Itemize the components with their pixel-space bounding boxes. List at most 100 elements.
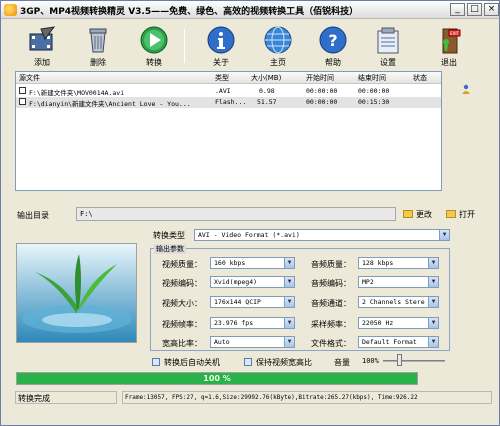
globe-icon [263, 25, 293, 55]
convert-type-value: AVI - Video Format (*.avi) [198, 231, 300, 239]
row-checkbox[interactable] [19, 87, 26, 94]
chevron-down-icon[interactable]: ▼ [284, 258, 294, 268]
exit-button[interactable]: EXIT 退出 [429, 25, 469, 71]
chevron-down-icon[interactable]: ▼ [428, 297, 438, 307]
row-size: 51.57 [257, 98, 277, 106]
output-dir-label: 输出目录 [17, 211, 49, 220]
video-codec-select[interactable]: Xvid(mpeg4) ▼ [210, 276, 295, 288]
trash-icon [83, 25, 113, 55]
delete-button[interactable]: 删除 [78, 25, 118, 71]
svg-text:?: ? [328, 31, 337, 50]
video-quality-select[interactable]: 160 kbps ▼ [210, 257, 295, 269]
keep-aspect-checkbox[interactable]: 保持视频宽高比 [244, 357, 312, 368]
chevron-down-icon[interactable]: ▼ [428, 318, 438, 328]
volume-slider-thumb[interactable] [397, 354, 402, 366]
home-button[interactable]: 主页 [258, 25, 298, 71]
volume-slider-track[interactable] [383, 360, 445, 362]
col-header-end[interactable]: 结束时间 [358, 73, 386, 83]
home-label: 主页 [270, 58, 286, 67]
frame-rate-label: 视频帧率： [162, 320, 202, 329]
shutdown-checkbox[interactable]: 转换后自动关机 [152, 357, 220, 368]
person-icon[interactable] [461, 84, 471, 94]
open-dir-button[interactable]: 打开 [446, 209, 475, 220]
info-icon [206, 25, 236, 55]
chevron-down-icon[interactable]: ▼ [284, 318, 294, 328]
col-header-start[interactable]: 开始时间 [306, 73, 334, 83]
toolbar: 添加 删除 转换 关于 主页 ? 帮助 设置 EXIT 退出 [4, 21, 498, 71]
audio-channel-label: 音频通道： [311, 299, 351, 308]
status-text: 转换完成 [15, 391, 117, 404]
play-icon [139, 25, 169, 55]
about-button[interactable]: 关于 [201, 25, 241, 71]
shutdown-label: 转换后自动关机 [164, 358, 220, 367]
file-list-header: 源文件 类型 大小(MB) 开始时间 结束时间 状态 [16, 72, 441, 84]
progress-text: 100 % [203, 374, 231, 383]
chevron-down-icon[interactable]: ▼ [284, 297, 294, 307]
checkbox-box[interactable] [244, 358, 252, 366]
title-bar: 3GP、MP4视频转换精灵 V3.5——免费、绿色、高效的视频转换工具（佰锐科技… [1, 1, 499, 19]
aspect-ratio-label: 宽高比率： [162, 339, 202, 348]
table-row[interactable]: F:\dianyin\新建文件夹\Ancient Love - You... F… [16, 97, 441, 108]
checkbox-box[interactable] [152, 358, 160, 366]
chevron-down-icon[interactable]: ▼ [428, 258, 438, 268]
video-quality-value: 160 kbps [214, 259, 246, 267]
audio-channel-select[interactable]: 2 Channels Stere ▼ [358, 296, 439, 308]
window-title: 3GP、MP4视频转换精灵 V3.5——免费、绿色、高效的视频转换工具（佰锐科技… [20, 7, 359, 17]
file-format-select[interactable]: Default Format ▼ [358, 336, 439, 348]
volume-label: 音量 [334, 358, 350, 367]
add-button[interactable]: 添加 [22, 25, 62, 71]
change-dir-button[interactable]: 更改 [403, 209, 432, 220]
video-size-select[interactable]: 176x144 QCIP ▼ [210, 296, 295, 308]
chevron-down-icon[interactable]: ▼ [284, 337, 294, 347]
sample-rate-select[interactable]: 22050 Hz ▼ [358, 317, 439, 329]
convert-button[interactable]: 转换 [134, 25, 174, 71]
about-label: 关于 [213, 58, 229, 67]
col-header-name[interactable]: 源文件 [19, 73, 40, 83]
table-row[interactable]: F:\新建文件夹\MOV0014A.avi .AVI 0.98 00:00:00… [16, 86, 441, 97]
col-header-size[interactable]: 大小(MB) [251, 73, 281, 83]
chevron-down-icon[interactable]: ▼ [428, 337, 438, 347]
chevron-down-icon[interactable]: ▼ [439, 230, 449, 240]
audio-codec-label: 音频编码： [311, 279, 351, 288]
minimize-button[interactable]: _ [450, 3, 465, 16]
chevron-down-icon[interactable]: ▼ [428, 277, 438, 287]
convert-type-select[interactable]: AVI - Video Format (*.avi) ▼ [194, 229, 450, 241]
folder-icon [403, 210, 413, 218]
file-list[interactable]: 源文件 类型 大小(MB) 开始时间 结束时间 状态 F:\新建文件夹\MOV0… [15, 71, 442, 191]
svg-text:EXIT: EXIT [450, 31, 459, 36]
exit-label: 退出 [441, 58, 457, 67]
sample-rate-label: 采样频率： [311, 320, 351, 329]
add-label: 添加 [34, 58, 50, 67]
settings-icon [373, 25, 403, 55]
audio-codec-select[interactable]: MP2 ▼ [358, 276, 439, 288]
file-format-value: Default Format [362, 338, 417, 346]
row-checkbox[interactable] [19, 98, 26, 105]
delete-label: 删除 [90, 58, 106, 67]
settings-button[interactable]: 设置 [368, 25, 408, 71]
progress-bar: 100 % [16, 372, 418, 385]
status-bar: 转换完成 Frame:13057, FPS:27, q=1.6,Size:299… [1, 391, 499, 405]
status-info: Frame:13057, FPS:27, q=1.6,Size:29992.76… [122, 391, 492, 404]
audio-quality-select[interactable]: 128 kbps ▼ [358, 257, 439, 269]
row-start: 00:00:00 [306, 98, 338, 106]
app-icon [4, 4, 17, 16]
exit-door-icon: EXIT [434, 25, 464, 55]
maximize-button[interactable]: □ [467, 3, 482, 16]
output-dir-field[interactable]: F:\ [76, 207, 396, 221]
file-format-label: 文件格式： [311, 339, 351, 348]
sample-rate-value: 22050 Hz [362, 319, 394, 327]
close-button[interactable]: × [484, 3, 499, 16]
aspect-ratio-select[interactable]: Auto ▼ [210, 336, 295, 348]
col-header-status[interactable]: 状态 [413, 73, 427, 83]
frame-rate-select[interactable]: 23.976 fps ▼ [210, 317, 295, 329]
keep-aspect-label: 保持视频宽高比 [256, 358, 312, 367]
change-dir-label: 更改 [416, 210, 432, 219]
video-quality-label: 视频质量： [162, 260, 202, 269]
preview-image [16, 243, 137, 343]
video-codec-label: 视频编码： [162, 279, 202, 288]
chevron-down-icon[interactable]: ▼ [284, 277, 294, 287]
convert-label: 转换 [146, 58, 162, 67]
video-size-label: 视频大小： [162, 299, 202, 308]
col-header-type[interactable]: 类型 [215, 73, 229, 83]
help-button[interactable]: ? 帮助 [313, 25, 353, 71]
